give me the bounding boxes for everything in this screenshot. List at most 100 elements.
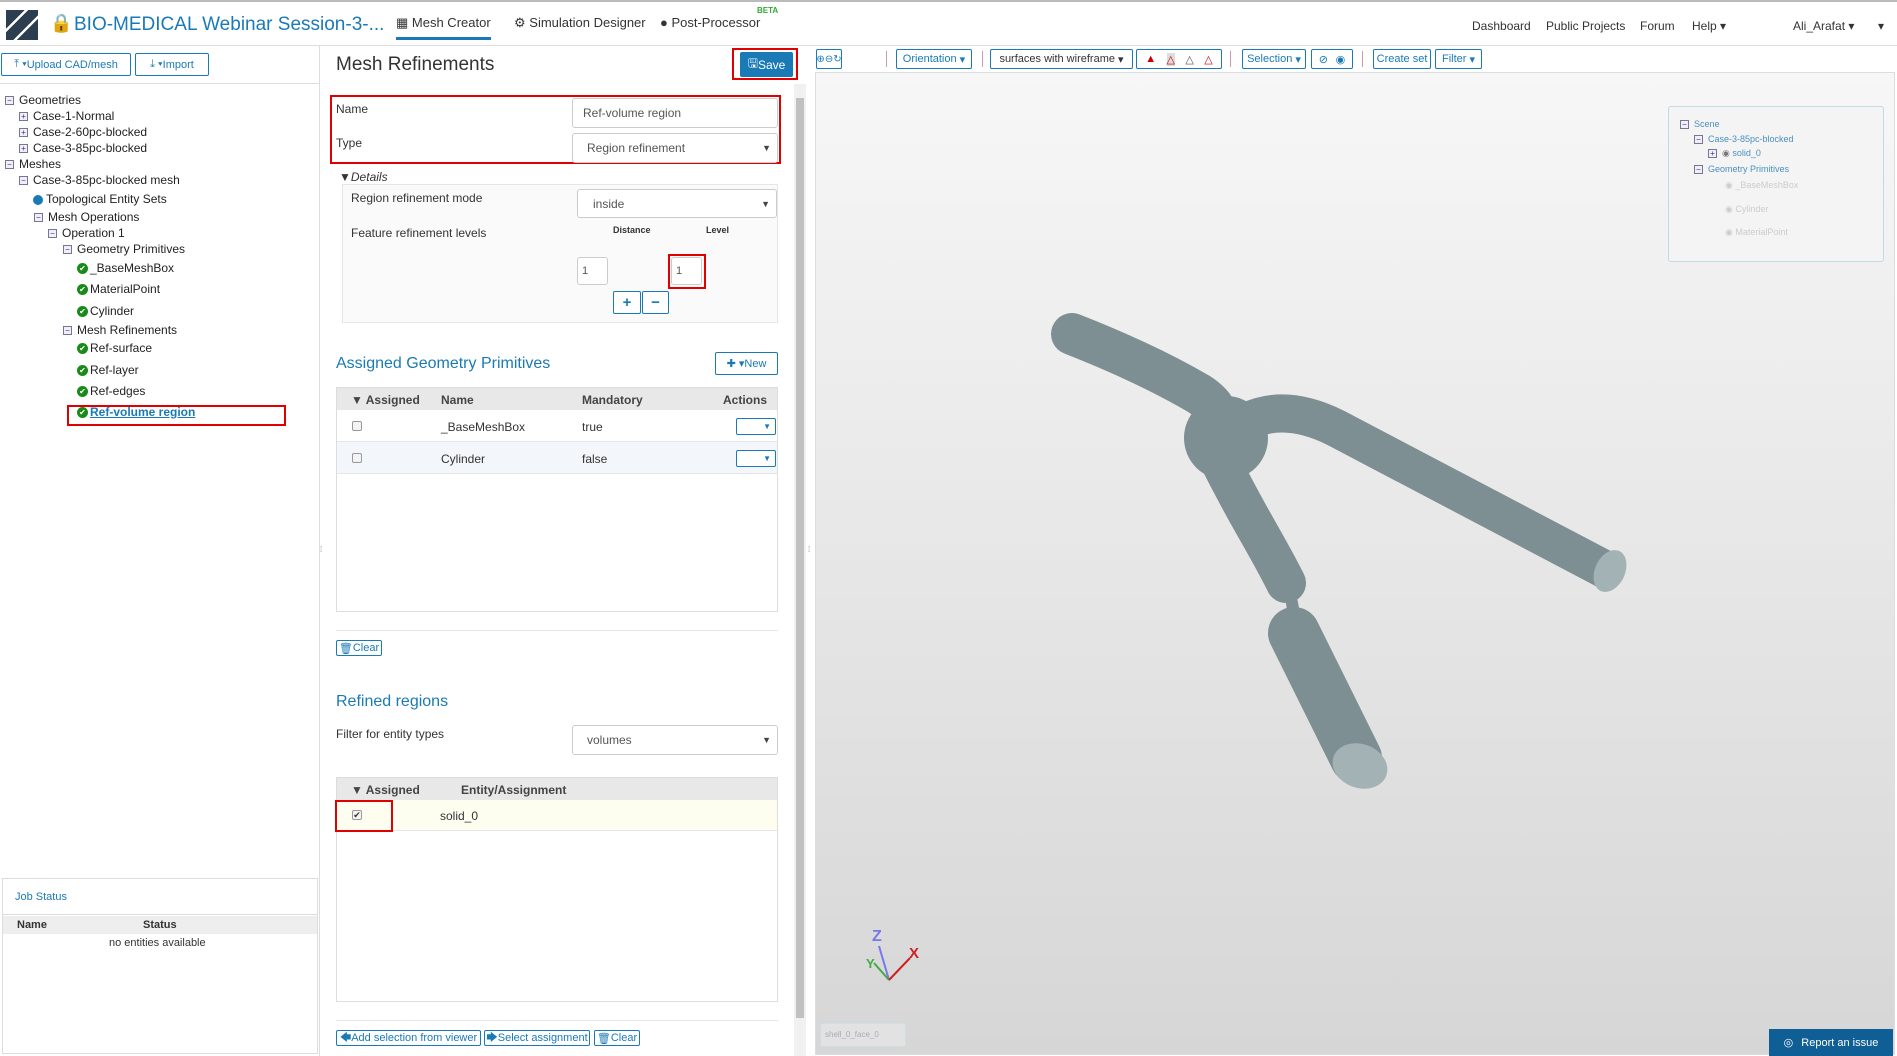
splitter-handle[interactable]: ⁞ [808, 545, 810, 554]
tree-item[interactable]: − Case-3-85pc-blocked mesh [19, 173, 180, 187]
orientation-dropdown[interactable]: Orientation ▾ [896, 49, 972, 69]
name-label: Name [336, 102, 369, 116]
collapse-icon[interactable]: − [63, 326, 72, 336]
entity-type-filter-select[interactable]: volumes ▼ [572, 725, 778, 755]
distance-input[interactable]: 1 [577, 257, 608, 285]
collapse-icon[interactable]: − [1694, 165, 1703, 175]
tree-item[interactable]: + Case-2-60pc-blocked [19, 125, 147, 139]
save-button[interactable]: 🖫 Save [740, 52, 793, 77]
tab-simulation-designer[interactable]: ⚙ Simulation Designer [514, 15, 646, 31]
upload-cad-button[interactable]: ⤒ ▾ Upload CAD/mesh [1, 53, 131, 76]
remove-level-button[interactable]: − [642, 291, 669, 314]
eye-icon[interactable]: ◉ [1725, 204, 1733, 214]
refresh-icon[interactable]: ↻ [833, 54, 841, 65]
tree-item[interactable]: − Geometry Primitives [63, 242, 185, 256]
splitter-handle[interactable]: ⁞ [320, 545, 322, 554]
clear-primitives-button[interactable]: 🗑 Clear [336, 640, 382, 656]
tree-item[interactable]: − Geometries [5, 93, 81, 107]
expand-icon[interactable]: + [19, 128, 28, 138]
tab-post-processor[interactable]: ● Post-Processor [660, 15, 760, 30]
scene-label: Geometry Primitives [1708, 164, 1790, 174]
nav-forum[interactable]: Forum [1640, 19, 1675, 33]
edges-icon[interactable]: △ [1204, 53, 1212, 66]
tree-item[interactable]: ✔ MaterialPoint [77, 282, 160, 296]
eye-icon[interactable]: ◉ [1722, 148, 1730, 158]
col-assigned[interactable]: ▼ Assigned [351, 393, 420, 407]
tree-item[interactable]: ✔ Ref-edges [77, 384, 145, 398]
tree-item[interactable]: ✔ Ref-surface [77, 341, 152, 355]
collapse-icon[interactable]: − [5, 96, 14, 106]
clear-regions-button[interactable]: 🗑 Clear [594, 1030, 640, 1046]
expand-icon[interactable]: + [19, 112, 28, 122]
surface-wire-icon[interactable]: △ [1166, 52, 1175, 66]
expand-icon[interactable]: + [19, 144, 28, 154]
create-set-button[interactable]: Create set [1373, 49, 1431, 69]
nav-dashboard[interactable]: Dashboard [1472, 19, 1531, 33]
tree-item[interactable]: ✔ _BaseMeshBox [77, 261, 174, 275]
zoom-out-icon[interactable]: ⊖ [825, 54, 833, 65]
table-row: Cylinder false ▼ [337, 442, 777, 474]
wireframe-icon[interactable]: △ [1185, 53, 1193, 66]
collapse-icon[interactable]: − [34, 213, 43, 223]
type-select[interactable]: Region refinement ▼ [572, 133, 778, 163]
hide-icon[interactable]: ⊘ [1319, 53, 1328, 66]
scene-cylinder[interactable]: ◉ Cylinder [1725, 204, 1768, 215]
col-assigned[interactable]: ▼ Assigned [351, 783, 420, 797]
scene-root[interactable]: − Scene [1680, 119, 1720, 130]
report-issue-button[interactable]: ◎ Report an issue [1769, 1029, 1893, 1056]
expand-icon[interactable]: + [1708, 149, 1717, 159]
nav-public-projects[interactable]: Public Projects [1546, 19, 1625, 33]
add-label: Add selection from viewer [351, 1032, 478, 1044]
distance-header: Distance [613, 225, 651, 235]
new-primitive-button[interactable]: ✚ ▾ New [715, 352, 778, 375]
3d-viewport[interactable]: Z Y X − Scene − Case-3-85pc-blocked + ◉ sol… [815, 72, 1895, 1055]
actions-dropdown[interactable]: ▼ [736, 450, 776, 467]
tree-item[interactable]: ✔ Cylinder [77, 304, 134, 318]
collapse-icon[interactable]: − [48, 229, 57, 239]
eye-icon[interactable]: ◉ [1336, 53, 1346, 66]
collapse-icon[interactable]: − [1694, 135, 1703, 145]
nav-help[interactable]: Help ▾ [1692, 19, 1726, 33]
collapse-icon[interactable]: − [63, 245, 72, 255]
extra-menu-caret[interactable]: ▾ [1878, 19, 1884, 33]
scene-solid[interactable]: + ◉ solid_0 [1708, 148, 1761, 159]
filter-dropdown[interactable]: Filter ▾ [1435, 49, 1482, 69]
assign-checkbox[interactable] [352, 453, 362, 463]
tree-item[interactable]: − Mesh Operations [34, 210, 139, 224]
tree-item[interactable]: Topological Entity Sets [33, 192, 167, 206]
assign-checkbox[interactable] [352, 421, 362, 431]
tree-item[interactable]: ✔ Ref-layer [77, 363, 139, 377]
scene-materialpoint[interactable]: ◉ MaterialPoint [1725, 227, 1788, 238]
add-level-button[interactable]: + [613, 291, 641, 314]
scene-primitives[interactable]: − Geometry Primitives [1694, 164, 1790, 175]
user-menu[interactable]: Ali_Arafat ▾ [1793, 19, 1854, 33]
add-selection-from-viewer-button[interactable]: 🡄 Add selection from viewer [336, 1030, 481, 1046]
render-mode-select[interactable]: surfaces with wireframe ▾ [990, 49, 1133, 69]
app-logo[interactable] [6, 10, 38, 40]
select-assignment-button[interactable]: 🡆 Select assignment [484, 1030, 590, 1046]
tree-item[interactable]: + Case-1-Normal [19, 109, 114, 123]
form-scrollbar[interactable] [794, 84, 806, 1056]
scrollbar-thumb[interactable] [796, 98, 804, 1018]
selection-dropdown[interactable]: Selection ▾ [1242, 49, 1306, 69]
collapse-icon[interactable]: − [1680, 120, 1689, 130]
actions-dropdown[interactable]: ▼ [736, 418, 776, 435]
tree-item[interactable]: − Meshes [5, 157, 61, 171]
surface-icon[interactable]: ▲ [1145, 53, 1156, 65]
hover-info-field[interactable]: shell_0_face_0 [820, 1023, 906, 1047]
collapse-icon[interactable]: − [5, 160, 14, 170]
eye-icon[interactable]: ◉ [1725, 180, 1733, 190]
import-button[interactable]: ⤓ ▾ Import [135, 53, 209, 76]
name-input[interactable]: Ref-volume region [572, 98, 778, 128]
details-toggle[interactable]: ▼Details [339, 170, 388, 184]
scene-geometry[interactable]: − Case-3-85pc-blocked [1694, 134, 1794, 145]
tree-item[interactable]: − Operation 1 [48, 226, 125, 240]
tree-item[interactable]: − Mesh Refinements [63, 323, 177, 337]
scene-basemeshbox[interactable]: ◉ _BaseMeshBox [1725, 180, 1798, 191]
tree-item[interactable]: + Case-3-85pc-blocked [19, 141, 147, 155]
mode-select[interactable]: inside ▼ [577, 189, 777, 218]
eye-icon[interactable]: ◉ [1725, 227, 1733, 237]
tab-mesh-creator[interactable]: ▦ Mesh Creator [396, 15, 491, 40]
zoom-in-icon[interactable]: ⊕ [816, 54, 824, 65]
collapse-icon[interactable]: − [19, 176, 28, 186]
